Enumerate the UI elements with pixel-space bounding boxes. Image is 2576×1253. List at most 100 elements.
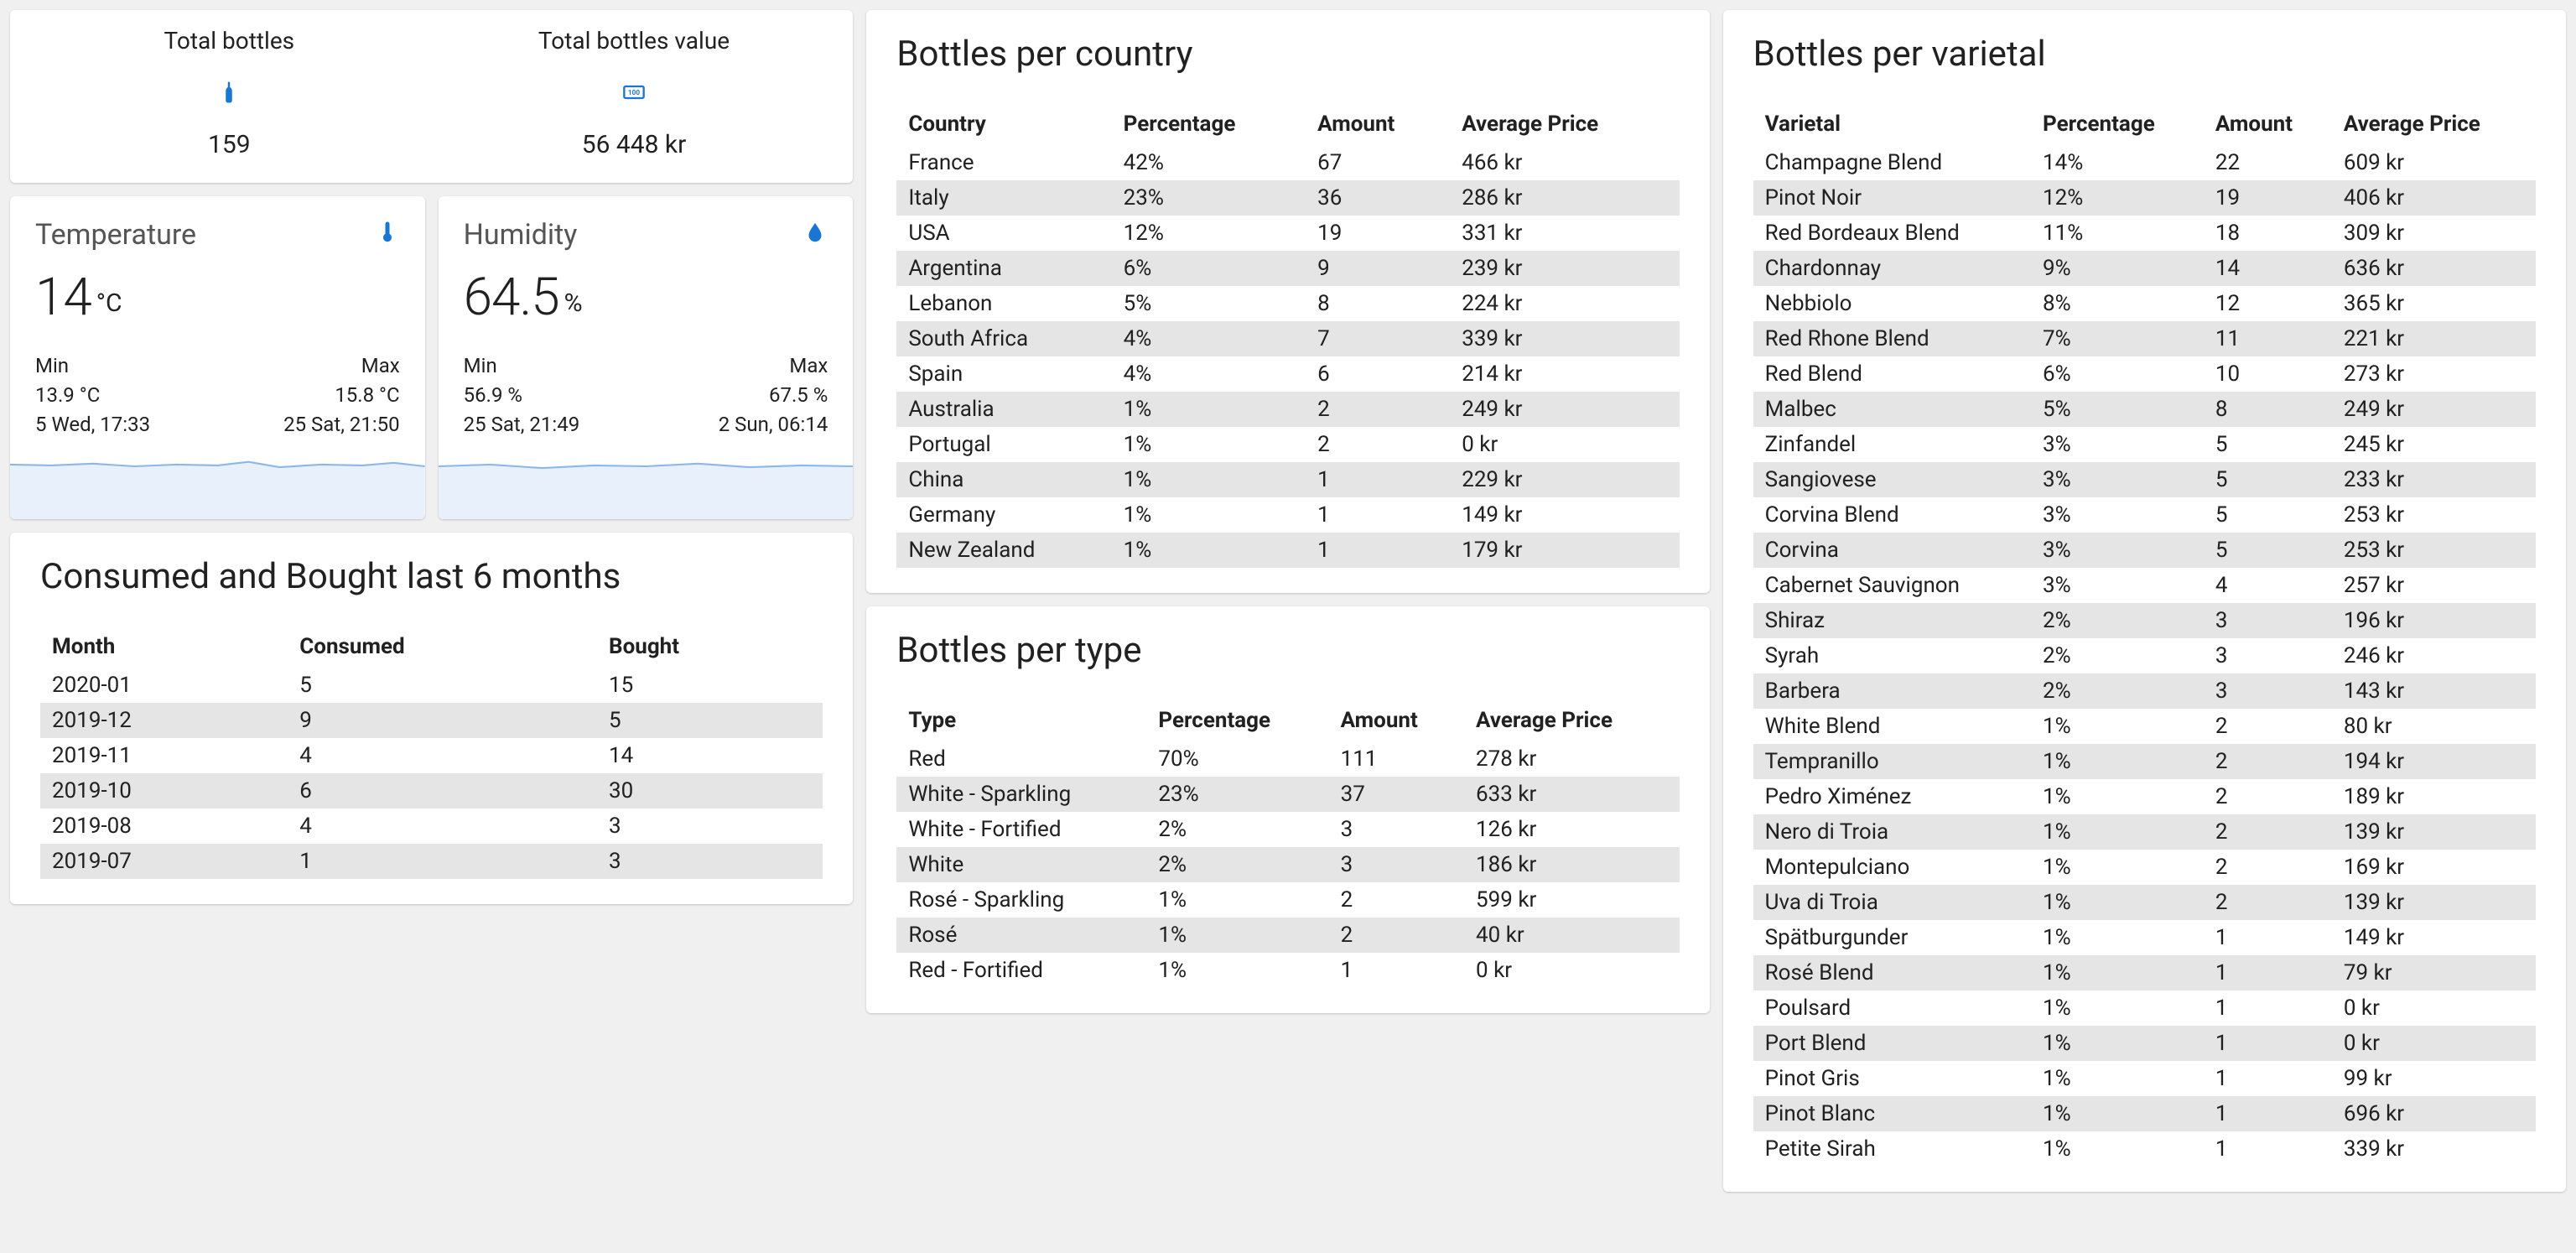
table-cell: 6% [1112, 251, 1306, 286]
table-cell: 599 kr [1464, 882, 1680, 918]
table-cell: 1% [2031, 885, 2204, 920]
table-cell: 79 kr [2332, 955, 2536, 990]
table-cell: 2 [2204, 779, 2332, 814]
total-value-label: Total bottles value [538, 27, 730, 55]
table-cell: Italy [896, 180, 1111, 216]
table-row: Germany1%1149 kr [896, 497, 1679, 533]
table-cell: 22 [2204, 145, 2332, 180]
table-cell: 1 [2204, 1131, 2332, 1167]
table-cell: Spätburgunder [1753, 920, 2031, 955]
table-cell: Cabernet Sauvignon [1753, 568, 2031, 603]
table-cell: 309 kr [2332, 216, 2536, 251]
table-cell: 1% [2031, 920, 2204, 955]
hum-min-time: 25 Sat, 21:49 [464, 410, 580, 439]
table-cell: 3% [2031, 427, 2204, 462]
table-header: Average Price [2332, 103, 2536, 145]
table-row: Pedro Ximénez1%2189 kr [1753, 779, 2536, 814]
table-header: Consumed [288, 626, 597, 668]
table-cell: 3 [1329, 847, 1464, 882]
table-cell: 9 [1306, 251, 1450, 286]
table-cell: 365 kr [2332, 286, 2536, 321]
table-cell: Port Blend [1753, 1026, 2031, 1061]
table-cell: 1% [1112, 427, 1306, 462]
humidity-card: Humidity 64.5 % Min 56.9 % 25 Sat, 21:49 [439, 196, 854, 519]
table-cell: 3 [597, 808, 823, 844]
table-cell: 12 [2204, 286, 2332, 321]
table-cell: 80 kr [2332, 709, 2536, 744]
table-row: Barbera2%3143 kr [1753, 673, 2536, 709]
table-header: Country [896, 103, 1111, 145]
table-row: South Africa4%7339 kr [896, 321, 1679, 356]
table-row: Poulsard1%10 kr [1753, 990, 2536, 1026]
table-cell: 126 kr [1464, 812, 1680, 847]
table-cell: 1% [1112, 533, 1306, 568]
table-cell: Malbec [1753, 392, 2031, 427]
table-row: Red70%111278 kr [896, 741, 1679, 777]
table-row: Rosé1%240 kr [896, 918, 1679, 953]
table-cell: 0 kr [2332, 990, 2536, 1026]
table-cell: 149 kr [1450, 497, 1679, 533]
table-cell: White Blend [1753, 709, 2031, 744]
table-cell: Barbera [1753, 673, 2031, 709]
table-row: Montepulciano1%2169 kr [1753, 850, 2536, 885]
table-cell: 4 [2204, 568, 2332, 603]
table-cell: 0 kr [1450, 427, 1679, 462]
table-cell: 4 [288, 738, 597, 773]
table-row: Italy23%36286 kr [896, 180, 1679, 216]
table-cell: Sangiovese [1753, 462, 2031, 497]
table-cell: 466 kr [1450, 145, 1679, 180]
temperature-sparkline [10, 449, 425, 519]
hum-max-label: Max [719, 351, 828, 381]
table-cell: 6 [1306, 356, 1450, 392]
table-cell: 609 kr [2332, 145, 2536, 180]
temp-min-value: 13.9 °C [35, 381, 150, 410]
table-row: China1%1229 kr [896, 462, 1679, 497]
table-header: Percentage [1112, 103, 1306, 145]
temp-min-label: Min [35, 351, 150, 381]
table-cell: Corvina [1753, 533, 2031, 568]
table-cell: 1% [2031, 1131, 2204, 1167]
table-cell: 3% [2031, 462, 2204, 497]
table-cell: 6% [2031, 356, 2204, 392]
table-cell: Poulsard [1753, 990, 2031, 1026]
table-row: Zinfandel3%5245 kr [1753, 427, 2536, 462]
table-cell: 3 [2204, 673, 2332, 709]
table-cell: 12% [1112, 216, 1306, 251]
table-row: Rosé - Sparkling1%2599 kr [896, 882, 1679, 918]
table-cell: Red Blend [1753, 356, 2031, 392]
per-type-card: Bottles per type TypePercentageAmountAve… [866, 606, 1709, 1013]
table-cell: 696 kr [2332, 1096, 2536, 1131]
table-cell: 2 [2204, 850, 2332, 885]
table-header: Amount [1329, 699, 1464, 741]
table-cell: 1 [2204, 955, 2332, 990]
table-header: Month [40, 626, 288, 668]
table-row: New Zealand1%1179 kr [896, 533, 1679, 568]
sensors-row: Temperature 14 °C Min 13.9 °C 5 Wed, 17:… [10, 196, 853, 519]
table-cell: 1% [2031, 850, 2204, 885]
table-cell: 139 kr [2332, 885, 2536, 920]
table-cell: 23% [1146, 777, 1328, 812]
table-cell: 1 [1306, 462, 1450, 497]
humidity-value: 64.5 [464, 267, 559, 328]
table-cell: 169 kr [2332, 850, 2536, 885]
per-varietal-title: Bottles per varietal [1753, 34, 2536, 75]
table-row: 2019-11414 [40, 738, 823, 773]
temp-max-label: Max [283, 351, 400, 381]
table-cell: 14% [2031, 145, 2204, 180]
total-value-cell: Total bottles value 100 56 448 kr [432, 27, 837, 159]
table-row: 2019-0713 [40, 844, 823, 879]
table-cell: 8 [2204, 392, 2332, 427]
table-cell: Nebbiolo [1753, 286, 2031, 321]
table-row: Corvina Blend3%5253 kr [1753, 497, 2536, 533]
table-cell: 2 [2204, 885, 2332, 920]
table-row: White2%3186 kr [896, 847, 1679, 882]
table-row: Nero di Troia1%2139 kr [1753, 814, 2536, 850]
table-cell: 14 [597, 738, 823, 773]
table-cell: 233 kr [2332, 462, 2536, 497]
table-cell: Shiraz [1753, 603, 2031, 638]
table-cell: 1% [1112, 497, 1306, 533]
table-cell: Uva di Troia [1753, 885, 2031, 920]
table-row: Tempranillo1%2194 kr [1753, 744, 2536, 779]
table-cell: 214 kr [1450, 356, 1679, 392]
table-cell: 636 kr [2332, 251, 2536, 286]
